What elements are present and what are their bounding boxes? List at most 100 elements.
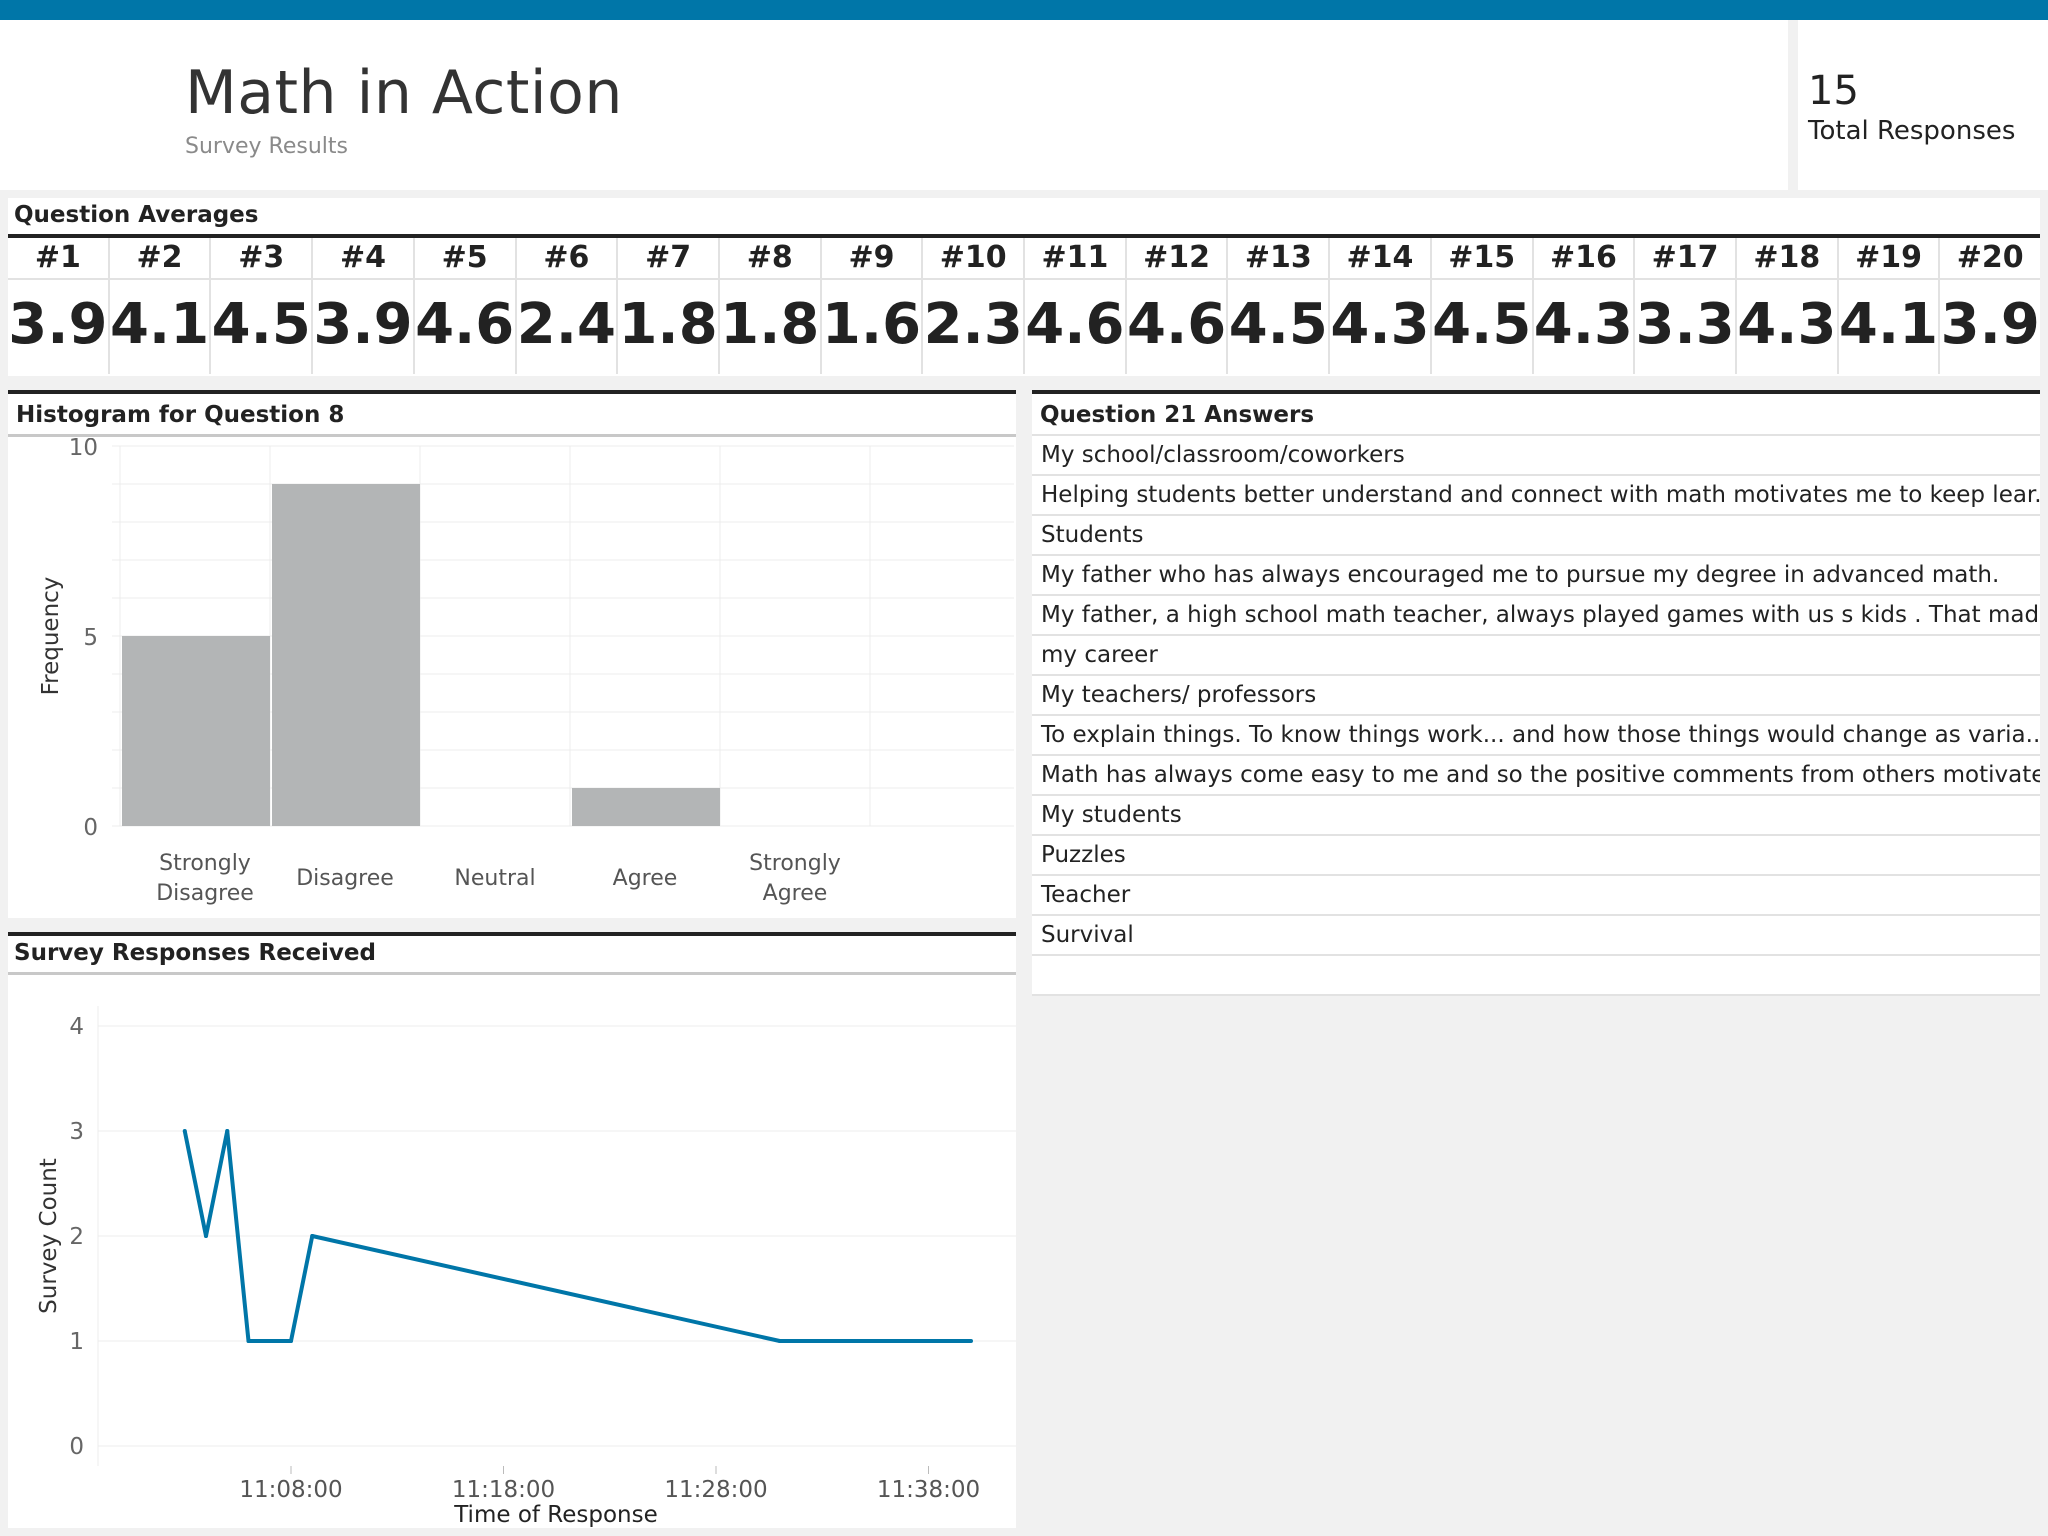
q21-answer-row: My father, a high school math teacher, a…: [1032, 594, 2040, 634]
total-responses-card: 15 Total Responses: [1798, 20, 2048, 190]
x-axis-label: Time of Response: [453, 1502, 658, 1528]
question-number: #13: [1228, 238, 1329, 280]
category-label: Neutral: [454, 866, 535, 891]
average-cell: #18 4.3: [1736, 238, 1839, 374]
average-cell: #3 4.5: [211, 238, 314, 374]
question-number: #5: [414, 238, 515, 280]
section-divider: [8, 390, 1016, 394]
q21-answer-row: My school/classroom/coworkers: [1032, 434, 2040, 474]
question-averages-title: Question Averages: [14, 202, 259, 228]
q21-answer-row: Puzzles: [1032, 834, 2040, 874]
x-tick-label: 11:38:00: [877, 1477, 980, 1503]
histogram-bar: [122, 636, 270, 826]
question-number: #1: [8, 238, 108, 280]
total-responses-value: 15: [1808, 68, 1859, 114]
question-number: #18: [1736, 238, 1837, 280]
data-point: [289, 1339, 293, 1343]
question-number: #7: [618, 238, 718, 280]
question-average-value: 4.1: [109, 292, 210, 357]
y-axis-label: Survey Count: [36, 1158, 62, 1314]
q21-title: Question 21 Answers: [1040, 402, 1315, 428]
question-number: #16: [1533, 238, 1634, 280]
q21-answer-row: my career: [1032, 634, 2040, 674]
y-tick-label: 3: [69, 1119, 84, 1145]
question-average-value: 1.6: [821, 292, 922, 357]
average-cell: #12 4.6: [1126, 238, 1229, 374]
question-number: #9: [821, 238, 922, 280]
average-cell: #4 3.9: [313, 238, 415, 374]
q21-answer-row: My students: [1032, 794, 2040, 834]
question-average-value: 4.1: [1838, 292, 1939, 357]
q21-answer-row: [1032, 954, 2040, 996]
data-point: [310, 1234, 315, 1238]
histogram-chart: 0 5 10 Frequency Strongly Disagree Disagree Neu…: [38, 438, 1014, 906]
histogram-bar: [572, 788, 720, 826]
average-cell: #7 1.8: [618, 238, 720, 374]
question-average-value: 2.4: [516, 292, 616, 357]
question-average-value: 4.5: [211, 292, 311, 357]
average-cell: #9 1.6: [821, 238, 924, 374]
data-point: [969, 1339, 973, 1343]
question-average-value: 2.3: [923, 292, 1023, 357]
average-cell: #1 3.9: [8, 238, 110, 374]
question-average-value: 4.6: [1025, 292, 1125, 357]
x-tick-label: 11:18:00: [452, 1477, 555, 1503]
question-average-value: 4.6: [415, 292, 515, 357]
top-accent-bar: [0, 0, 2048, 20]
data-point: [182, 1129, 187, 1133]
question-average-value: 4.3: [1330, 292, 1430, 357]
question-number: #6: [516, 238, 617, 280]
average-cell: #6 2.4: [516, 238, 619, 374]
responses-line-chart: 0 1 2 3 4 11:08:00 11:18:00 11:28:00 11:38:00 Sur…: [36, 1006, 1016, 1528]
average-cell: #11 4.6: [1025, 238, 1127, 374]
histogram-panel: Histogram for Question 8 0 5 10 Frequency St…: [8, 390, 1016, 918]
title-underline: [8, 434, 1016, 437]
q21-answer-row: Helping students better understand and c…: [1032, 474, 2040, 514]
question-average-value: 4.3: [1737, 292, 1837, 357]
question-number: #8: [719, 238, 820, 280]
data-point: [246, 1339, 251, 1343]
data-point: [777, 1339, 782, 1343]
average-cell: #8 1.8: [719, 238, 822, 374]
q21-answer-row: My father who has always encouraged me t…: [1032, 554, 2040, 594]
y-axis-label: Frequency: [38, 577, 64, 696]
data-point: [225, 1129, 230, 1133]
question-average-value: 1.8: [618, 292, 718, 357]
y-tick-label: 10: [69, 438, 98, 461]
average-cell: #10 2.3: [923, 238, 1026, 374]
histogram-title: Histogram for Question 8: [16, 402, 345, 428]
question-average-value: 4.5: [1228, 292, 1328, 357]
responses-panel: Survey Responses Received 0 1 2 3 4 11:08:00 1…: [8, 932, 1016, 1528]
question-average-value: 3.9: [313, 292, 413, 357]
question-number: #2: [109, 238, 210, 280]
total-responses-label: Total Responses: [1808, 116, 2016, 146]
y-tick-label: 2: [69, 1224, 84, 1250]
histogram-bar: [272, 484, 420, 826]
average-cell: #14 4.3: [1330, 238, 1432, 374]
average-cell: #17 3.3: [1635, 238, 1737, 374]
category-label: Strongly Disagree: [156, 851, 254, 906]
question-average-value: 3.9: [1940, 292, 2040, 357]
y-tick-label: 0: [83, 815, 98, 841]
section-divider: [8, 932, 1016, 936]
q21-answer-list: My school/classroom/coworkers Helping stu…: [1032, 434, 2040, 996]
y-tick-label: 1: [69, 1329, 84, 1355]
category-label: Disagree: [296, 866, 394, 891]
question-average-value: 4.5: [1432, 292, 1532, 357]
y-tick-label: 0: [69, 1434, 84, 1460]
title-underline: [8, 972, 1016, 975]
average-cell: #16 4.3: [1533, 238, 1636, 374]
question-number: #4: [313, 238, 413, 280]
x-tick-label: 11:08:00: [239, 1477, 342, 1503]
category-label: Strongly Agree: [749, 851, 841, 906]
q21-answer-row: My teachers/ professors: [1032, 674, 2040, 714]
question-average-value: 4.3: [1533, 292, 1633, 357]
section-divider: [1032, 390, 2040, 394]
question-number: #14: [1330, 238, 1430, 280]
q21-answer-row: To explain things. To know things work..…: [1032, 714, 2040, 754]
data-point: [204, 1234, 208, 1238]
question-number: #11: [1025, 238, 1125, 280]
question-average-value: 3.3: [1635, 292, 1735, 357]
question-number: #17: [1635, 238, 1735, 280]
y-tick-label: 5: [83, 625, 98, 651]
